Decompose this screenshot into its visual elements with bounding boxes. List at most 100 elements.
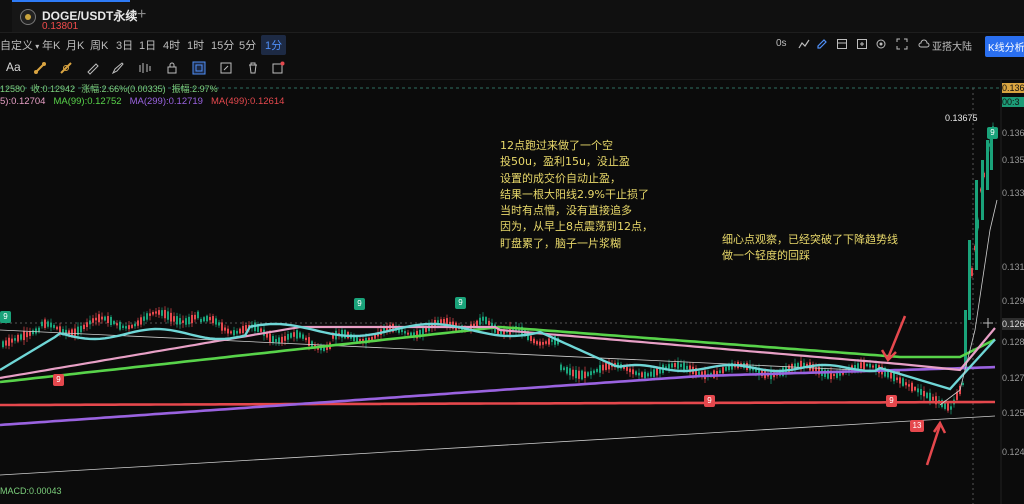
candle-body: [578, 370, 580, 379]
candle-body: [833, 373, 835, 377]
candle-body: [80, 325, 82, 333]
candle-body: [272, 336, 274, 344]
candle-body: [581, 370, 583, 380]
signal-marker[interactable]: 9: [354, 298, 365, 310]
signal-marker[interactable]: 9: [455, 297, 466, 309]
tf-year[interactable]: 年K: [42, 37, 60, 53]
open-value: 12580: [0, 84, 26, 94]
candle-body: [164, 309, 166, 319]
candle-body: [230, 331, 232, 334]
brush-icon[interactable]: [111, 61, 125, 75]
candle-body: [8, 337, 10, 346]
y-label: 0.129: [1002, 296, 1024, 306]
candle-body: [908, 384, 910, 387]
region-selector[interactable]: 亚搭大陆: [932, 38, 972, 53]
tf-month[interactable]: 月K: [66, 37, 84, 53]
candle-body: [209, 316, 211, 321]
candle-body: [902, 378, 904, 386]
candle-body: [128, 325, 130, 330]
candle-body: [914, 386, 916, 391]
candle-body: [56, 326, 58, 330]
candle-body: [185, 318, 187, 325]
candle-body: [92, 318, 94, 323]
candle-body: [932, 396, 934, 401]
support-line: [0, 415, 996, 476]
timeframe-toolbar: 自定义 ▾ 年K 月K 周K 3日 1日 4时 1时 15分 5分 1分 0s …: [0, 33, 1024, 57]
tf-1min[interactable]: 1分: [261, 35, 287, 55]
candle-body: [221, 322, 223, 331]
candle-body: [539, 341, 541, 346]
ruler-icon[interactable]: [86, 61, 100, 75]
signal-marker[interactable]: 9: [0, 311, 11, 323]
candle-body: [104, 316, 106, 321]
candle-body: [140, 317, 142, 325]
candle-body: [344, 329, 346, 339]
change-value: 涨幅:2.66%(0.00335): [81, 84, 166, 94]
candle-body: [281, 336, 283, 343]
signal-marker[interactable]: 9: [53, 374, 64, 386]
kline-analysis-button[interactable]: K线分析: [985, 36, 1024, 57]
plus-icon[interactable]: +: [137, 6, 146, 24]
magnet-icon[interactable]: [33, 61, 47, 75]
signal-marker[interactable]: 9: [886, 395, 897, 407]
tf-4hour[interactable]: 4时: [163, 37, 180, 53]
signal-marker[interactable]: 9: [704, 395, 715, 407]
doge-coin-icon: [20, 9, 36, 25]
lock-icon[interactable]: [165, 61, 179, 75]
candle-body: [275, 339, 277, 342]
y-label: 0.131: [1002, 262, 1024, 272]
candle-body: [680, 364, 682, 367]
candle-body: [110, 316, 112, 326]
edit-icon[interactable]: [219, 61, 233, 75]
text-tool[interactable]: Aa: [6, 60, 21, 74]
tf-15min[interactable]: 15分: [211, 37, 234, 53]
alert-icon[interactable]: [271, 61, 285, 75]
tf-1hour[interactable]: 1时: [187, 37, 204, 53]
tf-1day[interactable]: 1日: [139, 37, 156, 53]
symbol-tab[interactable]: DOGE/USDT永续 0.13801: [12, 0, 137, 32]
trash-icon[interactable]: [246, 61, 260, 75]
candle-body: [962, 382, 964, 386]
signal-marker[interactable]: 9: [987, 127, 998, 139]
ohlc-info: 12580 收:0.12942 涨幅:2.66%(0.00335) 振幅:2.97%: [0, 82, 224, 95]
tf-week[interactable]: 周K: [90, 37, 108, 53]
pencil-icon[interactable]: [816, 38, 828, 50]
y-label: 0.125: [1002, 408, 1024, 418]
pattern-icon[interactable]: [138, 61, 152, 75]
candle-body: [287, 334, 289, 340]
settings-icon[interactable]: [875, 38, 887, 50]
candle-body: [896, 377, 898, 381]
tf-5min[interactable]: 5分: [239, 37, 256, 53]
cloud-icon[interactable]: [918, 38, 930, 50]
candle-body: [245, 325, 247, 331]
candle-body: [641, 372, 643, 378]
screenshot-icon[interactable]: [856, 38, 868, 50]
tf-3day[interactable]: 3日: [116, 37, 133, 53]
candle-body: [218, 322, 220, 326]
candle-body: [482, 316, 484, 321]
indicator-icon[interactable]: [798, 38, 810, 50]
custom-timeframe-dropdown[interactable]: 自定义 ▾: [0, 37, 39, 53]
candle-body: [38, 327, 40, 332]
candle-body: [545, 341, 547, 344]
fullscreen-icon[interactable]: [896, 38, 908, 50]
signal-marker[interactable]: 13: [910, 420, 924, 432]
candle-body: [113, 321, 115, 325]
trend-line-icon[interactable]: [59, 61, 73, 75]
annotation-trade-note: 12点跑过来做了一个空 投50u，盈利15u，没止盈 设置的成交价自动止盈， 结…: [500, 139, 653, 250]
candle-body: [242, 325, 244, 334]
candle-body: [950, 406, 952, 410]
candle-body: [173, 316, 175, 322]
candle-body: [590, 371, 592, 376]
ma-99-label: MA(99):0.12752: [53, 96, 122, 107]
y-label: 0.124: [1002, 447, 1024, 457]
candle-body: [572, 369, 574, 377]
zoom-level[interactable]: 0s: [776, 38, 787, 49]
layout-icon[interactable]: [836, 38, 848, 50]
candle-body: [605, 362, 607, 370]
ma-299-line: [0, 365, 996, 427]
visibility-icon[interactable]: [192, 61, 206, 75]
candle-body: [401, 329, 403, 333]
candle-body: [644, 371, 646, 379]
candle-body: [569, 368, 571, 376]
